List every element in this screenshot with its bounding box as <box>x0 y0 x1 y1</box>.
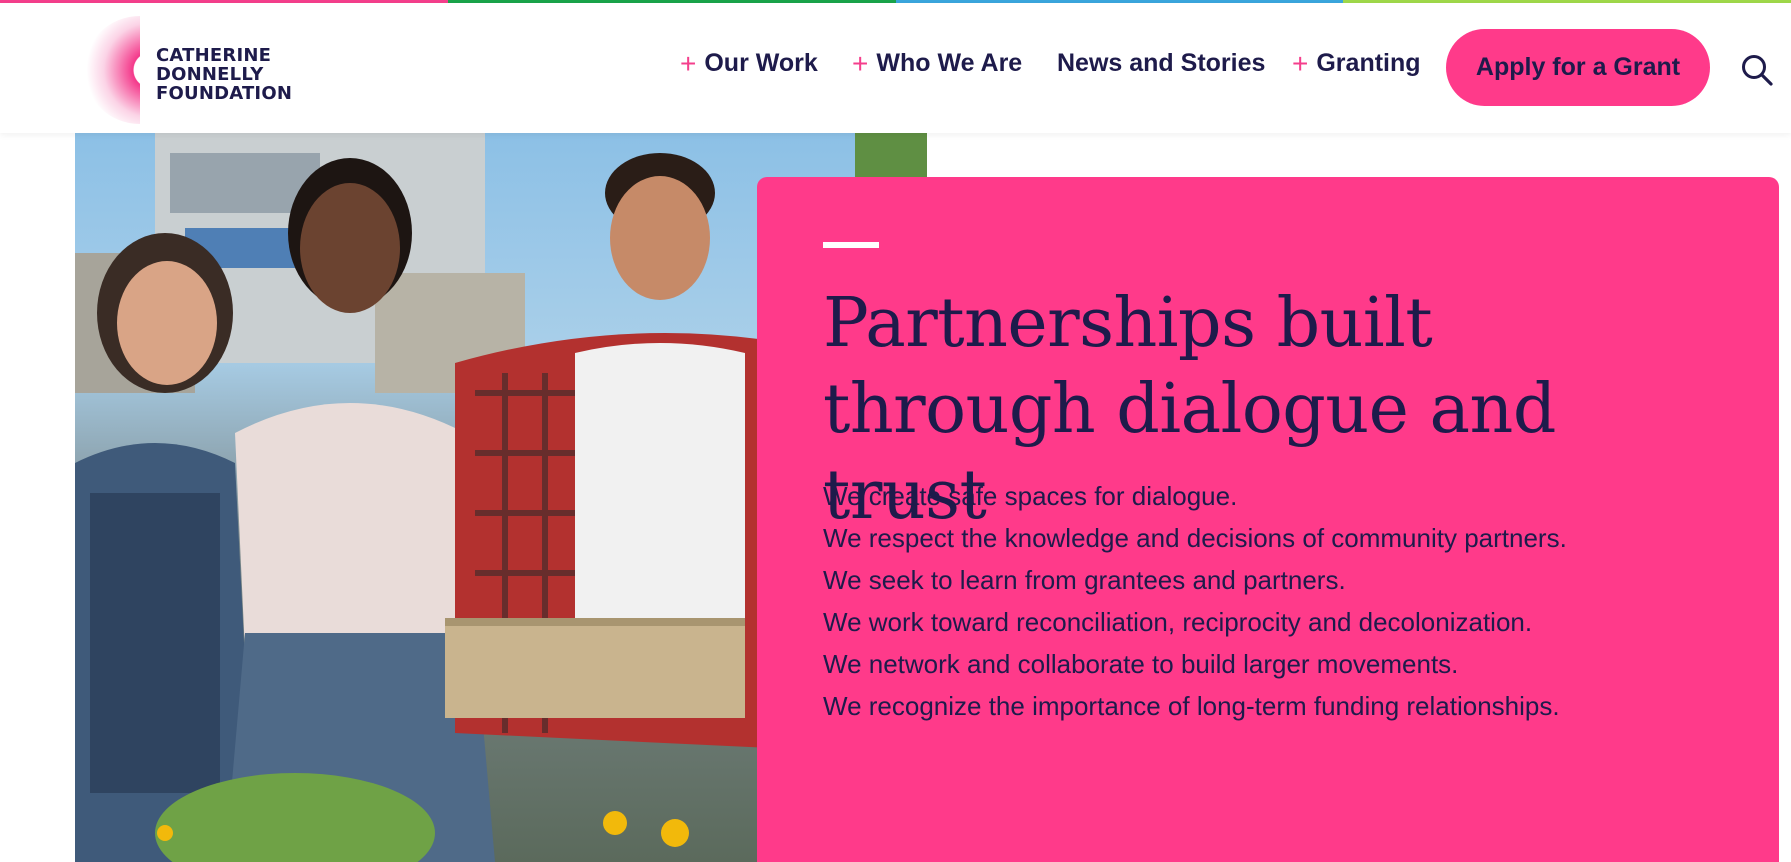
foundation-logo[interactable]: CATHERINE DONNELLY FOUNDATION <box>84 12 324 128</box>
logo-wordmark: CATHERINE DONNELLY FOUNDATION <box>156 46 292 103</box>
nav-item-label: Our Work <box>704 49 818 77</box>
accent-rule <box>823 242 879 248</box>
plus-icon: + <box>1292 47 1309 79</box>
logo-line-2: DONNELLY <box>156 64 264 85</box>
apply-for-grant-button[interactable]: Apply for a Grant <box>1446 29 1710 106</box>
nav-item-our-work[interactable]: + Our Work <box>680 49 818 78</box>
list-item: We work toward reconciliation, reciproci… <box>823 607 1533 637</box>
search-icon[interactable] <box>1740 53 1774 87</box>
nav-item-who-we-are[interactable]: + Who We Are <box>852 49 1022 78</box>
list-item: We recognize the importance of long-term… <box>823 691 1560 721</box>
nav-item-label: News and Stories <box>1057 49 1266 77</box>
nav-item-label: Who We Are <box>876 49 1023 77</box>
list-item: We respect the knowledge and decisions o… <box>823 523 1567 553</box>
values-card: Partnerships built through dialogue and … <box>757 177 1779 862</box>
plus-icon: + <box>852 47 869 79</box>
list-item: We seek to learn from grantees and partn… <box>823 565 1346 595</box>
list-item: We create safe spaces for dialogue. <box>823 481 1238 511</box>
list-item: We network and collaborate to build larg… <box>823 649 1459 679</box>
plus-icon: + <box>680 47 697 79</box>
site-header: CATHERINE DONNELLY FOUNDATION + Our Work… <box>0 3 1791 133</box>
nav-item-granting[interactable]: + Granting <box>1292 49 1421 78</box>
values-list: We create safe spaces for dialogue. We r… <box>823 475 1723 727</box>
nav-item-news-and-stories[interactable]: News and Stories <box>1057 49 1265 78</box>
logo-line-3: FOUNDATION <box>156 83 293 104</box>
logo-mark-icon <box>84 12 140 128</box>
logo-line-1: CATHERINE <box>156 45 272 66</box>
nav-item-label: Granting <box>1316 49 1421 77</box>
